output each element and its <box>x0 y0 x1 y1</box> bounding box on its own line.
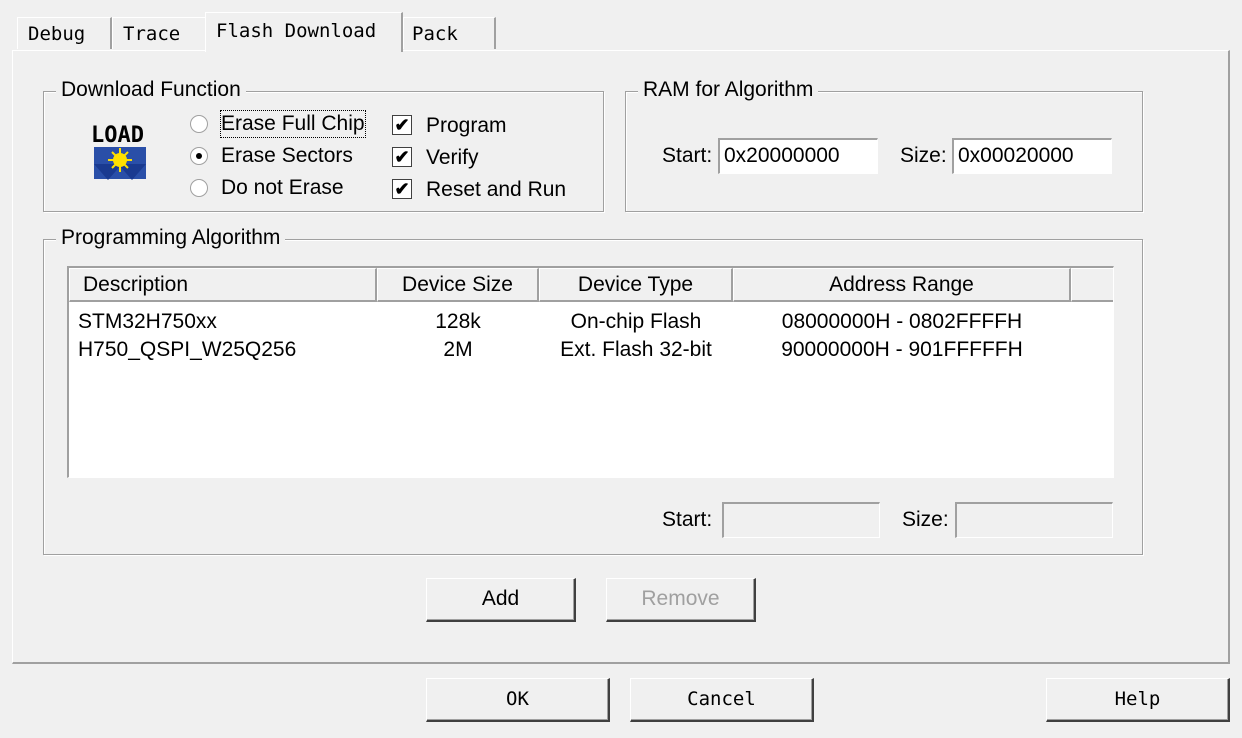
column-description[interactable]: Description <box>69 268 377 302</box>
erase-full-chip-label[interactable]: Erase Full Chip <box>220 110 366 138</box>
erase-sectors-radio[interactable] <box>190 147 208 165</box>
algo-start-input[interactable] <box>722 502 880 538</box>
column-device-size[interactable]: Device Size <box>377 268 539 302</box>
cell-description: H750_QSPI_W25Q256 <box>78 338 297 361</box>
add-button[interactable]: Add <box>426 578 576 622</box>
do-not-erase-radio[interactable] <box>190 179 208 197</box>
ok-button[interactable]: OK <box>426 678 610 722</box>
load-icon-text: LOAD <box>91 123 144 148</box>
do-not-erase-label[interactable]: Do not Erase <box>221 175 344 201</box>
cell-device-size: 2M <box>443 338 473 361</box>
cell-device-size: 128k <box>435 310 481 333</box>
dialog-content: Download Function LOAD Erase Full Chip E… <box>0 0 1242 738</box>
algo-start-label: Start: <box>662 508 713 531</box>
ram-size-input[interactable]: 0x00020000 <box>952 138 1112 174</box>
cell-device-type: Ext. Flash 32-bit <box>560 338 712 361</box>
ram-start-label: Start: <box>662 144 713 167</box>
reset-and-run-label[interactable]: Reset and Run <box>426 177 566 203</box>
column-filler <box>1071 268 1113 302</box>
algorithm-list[interactable]: Description Device Size Device Type Addr… <box>67 266 1114 478</box>
help-button[interactable]: Help <box>1046 678 1230 722</box>
download-function-title: Download Function <box>56 78 246 102</box>
verify-checkbox[interactable]: ✔ <box>392 147 412 167</box>
ram-for-algorithm-title: RAM for Algorithm <box>638 78 819 102</box>
cell-address-range: 08000000H - 0802FFFFH <box>781 310 1023 333</box>
cancel-button[interactable]: Cancel <box>630 678 814 722</box>
program-label[interactable]: Program <box>426 113 507 139</box>
algo-size-label: Size: <box>902 508 949 531</box>
cell-description: STM32H750xx <box>78 310 217 333</box>
column-device-type[interactable]: Device Type <box>539 268 733 302</box>
reset-and-run-checkbox[interactable]: ✔ <box>392 179 412 199</box>
program-checkbox[interactable]: ✔ <box>392 115 412 135</box>
erase-sectors-label[interactable]: Erase Sectors <box>221 143 353 169</box>
column-address-range[interactable]: Address Range <box>733 268 1071 302</box>
algo-size-input[interactable] <box>955 502 1113 538</box>
verify-label[interactable]: Verify <box>426 145 479 171</box>
ram-size-label: Size: <box>900 144 947 167</box>
programming-algorithm-title: Programming Algorithm <box>56 226 286 250</box>
cell-address-range: 90000000H - 901FFFFFH <box>781 338 1023 361</box>
ram-start-input[interactable]: 0x20000000 <box>718 138 878 174</box>
radio-selected-dot <box>196 153 202 159</box>
remove-button[interactable]: Remove <box>606 578 756 622</box>
erase-full-chip-radio[interactable] <box>190 115 208 133</box>
load-icon: LOAD <box>91 123 146 180</box>
cell-device-type: On-chip Flash <box>570 310 702 333</box>
